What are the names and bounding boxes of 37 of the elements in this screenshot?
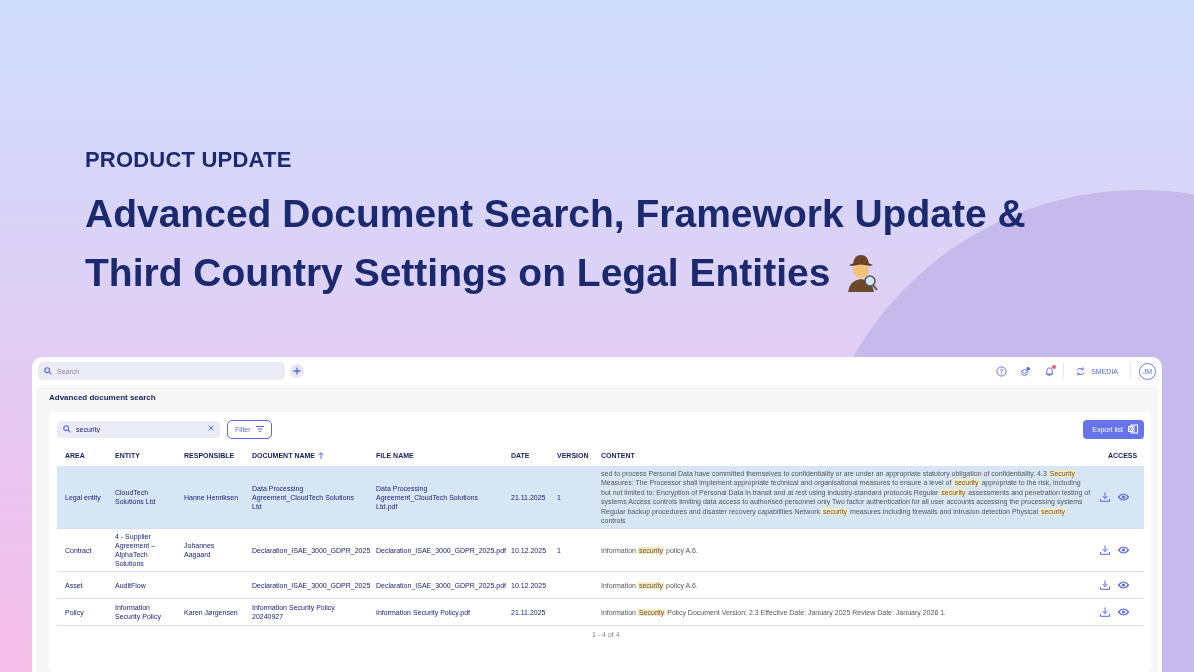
help-icon: [996, 365, 1008, 377]
filter-icon: [255, 426, 264, 432]
layers-button[interactable]: [1020, 365, 1032, 377]
layers-icon: [1020, 365, 1032, 377]
search-icon: [63, 425, 71, 433]
notifications-button[interactable]: [1044, 365, 1056, 377]
eye-icon: [1118, 581, 1129, 590]
bell-icon: [1044, 365, 1056, 377]
download-button[interactable]: [1100, 492, 1110, 503]
view-button[interactable]: [1118, 608, 1129, 617]
table-row[interactable]: [57, 466, 1144, 530]
view-button[interactable]: [1118, 581, 1129, 590]
eye-icon: [1118, 546, 1129, 555]
download-icon: [1100, 545, 1110, 556]
download-button[interactable]: [1100, 545, 1110, 556]
download-icon: [1100, 607, 1110, 618]
download-icon: [1100, 492, 1110, 503]
help-button[interactable]: [996, 365, 1008, 377]
plus-icon: [293, 367, 301, 375]
download-icon: [1100, 580, 1110, 591]
switch-icon: [1076, 366, 1086, 376]
spreadsheet-icon: [1128, 424, 1138, 434]
close-icon: [208, 425, 214, 431]
eye-icon: [1118, 608, 1129, 617]
search-icon: [44, 367, 52, 375]
add-button[interactable]: [290, 364, 304, 378]
eyebrow-text: PRODUCT UPDATE: [85, 147, 293, 173]
view-button[interactable]: [1118, 546, 1129, 555]
clear-button[interactable]: [208, 425, 214, 431]
download-button[interactable]: [1100, 607, 1110, 618]
headline-text: Advanced Document Search, Framework Update &: [85, 191, 1026, 237]
headline-text: Third Country Settings on Legal Entities: [85, 250, 831, 296]
view-button[interactable]: [1118, 493, 1129, 502]
sort-ascending-icon: [318, 452, 324, 459]
eye-icon: [1118, 493, 1129, 502]
page-title: Advanced document search: [49, 393, 157, 404]
download-button[interactable]: [1100, 580, 1110, 591]
